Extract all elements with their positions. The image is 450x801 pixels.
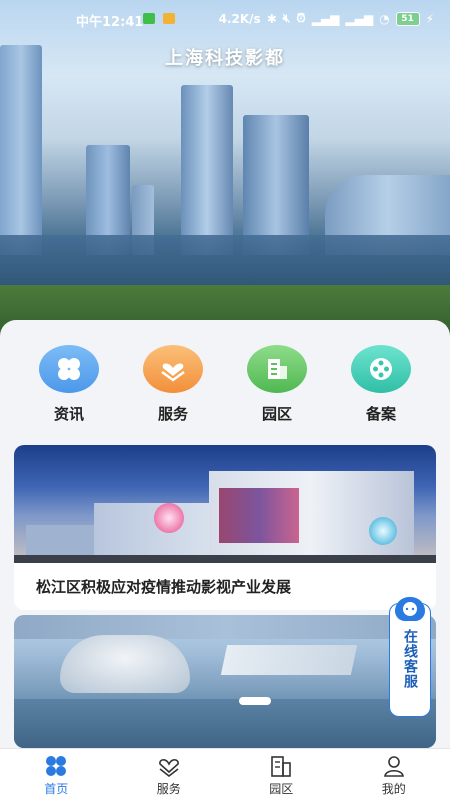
tab-label: 我的 [338,780,450,797]
wifi-icon: ◔ [379,12,389,26]
heart-hands-icon [143,345,203,393]
hero-banner: 中午12:41 4.2K/s ✱ 🔇︎ ⏰︎ ▂▄▆ ▂▄▆ ◔ 51 ⚡︎ 上… [0,0,450,345]
news-card[interactable] [14,615,436,748]
online-service-button[interactable]: 在线客服 [389,603,431,717]
signal-icon: ▂▄▆ [345,12,373,26]
mute-icon: 🔇︎ [283,11,291,26]
headset-icon [395,597,425,621]
quick-link-label: 服务 [133,403,213,424]
mail-notification-icon [163,13,175,24]
tab-label: 园区 [225,780,338,797]
skyline-tower [181,85,233,255]
tab-home[interactable]: 首页 [0,749,113,801]
tab-park[interactable]: 园区 [225,749,338,801]
alarm-icon: ⏰︎ [296,11,305,26]
tab-label: 服务 [113,780,226,797]
heart-icon [113,754,226,778]
building-icon [225,754,338,778]
quick-link-news[interactable]: 资讯 [29,345,109,424]
home-clover-icon [0,754,113,778]
news-image [14,445,436,563]
quick-link-filing[interactable]: 备案 [341,345,421,424]
charging-icon: ⚡︎ [426,12,434,26]
network-speed: 4.2K/s [219,12,261,26]
news-title: 松江区积极应对疫情推动影视产业发展 [14,563,436,610]
online-service-label: 在线客服 [400,629,420,689]
film-reel-icon [351,345,411,393]
battery-icon: 51 [396,12,420,26]
clover-icon [39,345,99,393]
status-bar: 中午12:41 4.2K/s ✱ 🔇︎ ⏰︎ ▂▄▆ ▂▄▆ ◔ 51 ⚡︎ [0,8,450,30]
wechat-notification-icon [143,13,155,24]
news-card[interactable]: 松江区积极应对疫情推动影视产业发展 [14,445,436,610]
quick-link-park[interactable]: 园区 [237,345,317,424]
status-time: 中午12:41 [76,11,143,30]
status-indicators: 4.2K/s ✱ 🔇︎ ⏰︎ ▂▄▆ ▂▄▆ ◔ 51 ⚡︎ [219,11,434,26]
news-image [14,615,436,748]
tab-service[interactable]: 服务 [113,749,226,801]
bluetooth-icon: ✱ [267,12,277,26]
quick-link-label: 园区 [237,403,317,424]
tab-mine[interactable]: 我的 [338,749,450,801]
user-icon [338,754,450,778]
bottom-tab-bar: 首页 服务 园区 我的 [0,748,450,801]
signal-icon: ▂▄▆ [312,12,340,26]
app-title: 上海科技影都 [0,44,450,70]
quick-link-label: 资讯 [29,403,109,424]
quick-links: 资讯 服务 园区 备案 [0,345,450,430]
tab-label: 首页 [0,780,113,797]
building-icon [247,345,307,393]
skyline-tower [243,115,309,255]
skyline-tower [0,45,42,255]
quick-link-service[interactable]: 服务 [133,345,213,424]
quick-link-label: 备案 [341,403,421,424]
